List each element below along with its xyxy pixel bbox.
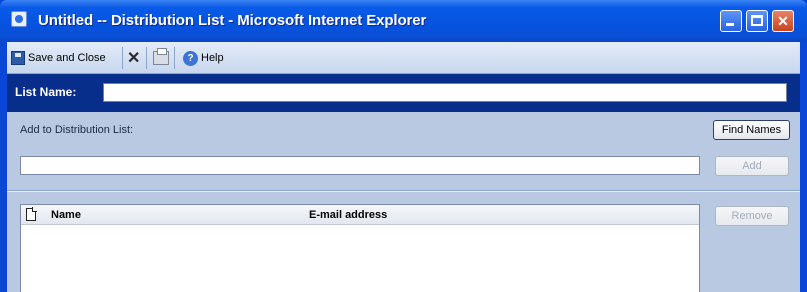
delete-icon: ✕ [127,50,141,67]
add-button[interactable]: Add [715,156,789,176]
members-list[interactable]: Name E-mail address [20,204,700,292]
help-button[interactable]: ? Help [183,48,224,68]
document-icon [26,207,37,221]
members-list-header: Name E-mail address [21,205,699,225]
save-and-close-label: Save and Close [28,52,106,64]
help-label: Help [201,52,224,64]
print-button[interactable] [153,48,169,68]
add-member-input[interactable] [20,156,700,175]
column-header-name[interactable]: Name [51,209,81,221]
find-names-button[interactable]: Find Names [713,120,790,140]
title-bar[interactable]: Untitled -- Distribution List - Microsof… [0,0,807,42]
window-title: Untitled -- Distribution List - Microsof… [38,12,427,29]
list-name-label: List Name: [15,85,77,99]
close-icon: ✕ [777,13,789,29]
toolbar-separator [122,47,123,69]
toolbar-separator [174,47,175,69]
help-icon: ? [183,50,198,66]
save-icon [11,51,25,65]
list-name-bar: List Name: [7,74,800,112]
maximize-icon [751,15,763,26]
ie-window-icon[interactable] [11,11,27,27]
remove-button[interactable]: Remove [715,206,789,226]
print-icon [153,48,169,65]
section-divider-highlight [7,191,800,192]
list-name-input[interactable] [103,83,787,102]
minimize-button[interactable] [720,10,742,32]
dialog-client-area: Save and Close ✕ ? Help List Name: Add t… [7,42,800,292]
close-button[interactable]: ✕ [772,10,794,32]
column-header-email[interactable]: E-mail address [309,209,387,221]
toolbar: Save and Close ✕ ? Help [7,42,800,74]
browser-window: Untitled -- Distribution List - Microsof… [0,0,807,292]
save-and-close-button[interactable]: Save and Close [11,48,106,68]
delete-button[interactable]: ✕ [127,48,140,68]
minimize-icon [726,23,734,26]
toolbar-separator [146,47,147,69]
maximize-button[interactable] [746,10,768,32]
add-to-list-label: Add to Distribution List: [20,124,134,136]
